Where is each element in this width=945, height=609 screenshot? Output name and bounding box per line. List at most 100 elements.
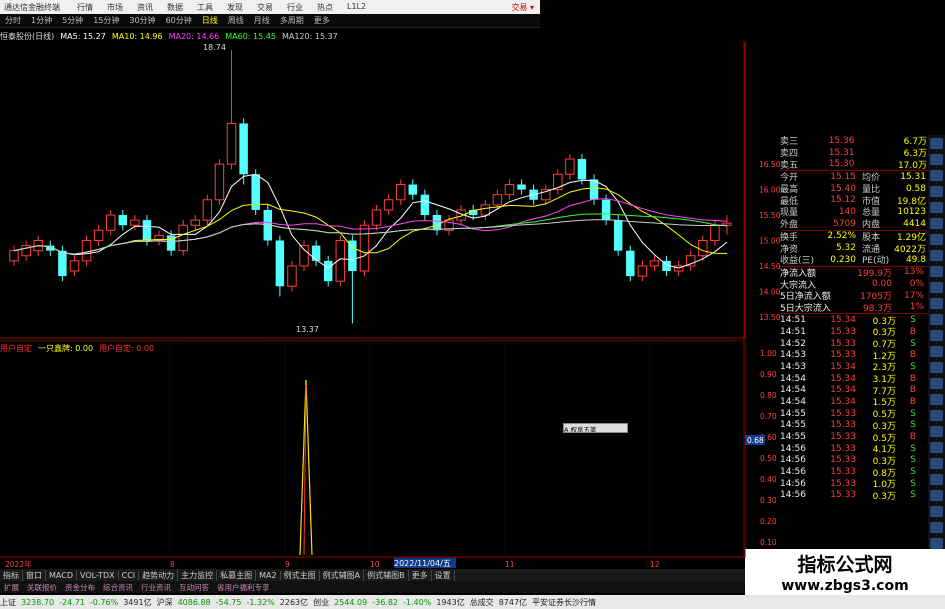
indicator-tab[interactable]: 趋势动力 xyxy=(139,569,179,581)
side-tool-icon[interactable] xyxy=(930,170,943,181)
indicator-tab[interactable]: 例式辅图A xyxy=(320,569,365,581)
side-tool-icon[interactable] xyxy=(930,426,943,437)
level-label: 卖五 xyxy=(780,160,799,171)
side-tool-icon[interactable] xyxy=(930,186,943,197)
tick-time: 14:53 xyxy=(780,350,806,361)
period-tab[interactable]: 日线 xyxy=(197,15,223,26)
side-tool-icon[interactable] xyxy=(930,490,943,501)
side-tool-icon[interactable] xyxy=(930,218,943,229)
info-tab[interactable]: 行业资讯 xyxy=(137,582,175,593)
candlestick-chart[interactable]: 18.7413.3716.5016.0015.5015.0014.5014.00… xyxy=(0,42,745,339)
indicator-tab[interactable]: 例式主图 xyxy=(281,569,320,581)
flow-label: 5日大宗流入 xyxy=(780,303,831,314)
info-tab[interactable]: 扩展 xyxy=(0,582,23,593)
candle-body xyxy=(371,209,382,226)
info-tab[interactable]: 省用户福利专享 xyxy=(213,582,274,593)
tick-time: 14:55 xyxy=(780,432,806,443)
indicator-tab[interactable]: 窗口 xyxy=(23,569,46,581)
side-tool-icon[interactable] xyxy=(930,410,943,421)
side-tool-icon[interactable] xyxy=(930,506,943,517)
flow-row: 大宗流入 0.00 0% xyxy=(780,278,927,291)
period-tab[interactable]: 月线 xyxy=(249,15,275,26)
status-item: 2263亿 xyxy=(279,597,309,607)
info-tab[interactable]: 关联报价 xyxy=(23,582,61,593)
ma-legend-item: MA60: 15.45 xyxy=(225,31,276,41)
side-tool-icon[interactable] xyxy=(930,250,943,261)
menu-item[interactable]: 发现 xyxy=(220,2,250,13)
side-tool-icon[interactable] xyxy=(930,138,943,149)
indicator-chart[interactable] xyxy=(0,340,745,558)
menu-item[interactable]: L1L2 xyxy=(340,2,373,13)
candle-body xyxy=(275,240,285,287)
indicator-tab[interactable]: 设置 xyxy=(432,569,455,581)
side-tool-icon[interactable] xyxy=(930,458,943,469)
candle-body xyxy=(287,265,297,287)
side-tool-icon[interactable] xyxy=(930,394,943,405)
info-tab[interactable]: 资金分布 xyxy=(61,582,99,593)
tick-time: 14:56 xyxy=(780,467,806,478)
menu-item[interactable]: 热点 xyxy=(310,2,340,13)
side-tool-icon[interactable] xyxy=(930,202,943,213)
side-tool-icon[interactable] xyxy=(930,362,943,373)
indicator-tab[interactable]: 主力监控 xyxy=(178,569,218,581)
menu-item[interactable]: 市场 xyxy=(100,2,130,13)
indicator-legend: 用户自定 一只鑫牌: 0.00 用户自定: 0.00 xyxy=(0,343,160,354)
period-tab[interactable]: 分时 xyxy=(0,15,26,26)
indicator-tab[interactable]: 指标 xyxy=(0,569,23,581)
side-tool-icon[interactable] xyxy=(930,442,943,453)
tick-side: S xyxy=(910,338,916,349)
tick-row: 14:55 15.33 0.5万 B xyxy=(780,431,927,444)
tick-price: 15.33 xyxy=(830,408,856,419)
side-tool-icon[interactable] xyxy=(930,314,943,325)
period-tab[interactable]: 30分钟 xyxy=(124,15,160,26)
candle-body xyxy=(81,239,92,262)
period-tab[interactable]: 多周期 xyxy=(275,15,309,26)
period-tab[interactable]: 1分钟 xyxy=(26,15,57,26)
menu-item[interactable]: 资讯 xyxy=(130,2,160,13)
side-tool-icon[interactable] xyxy=(930,266,943,277)
stat-value: 49.8 xyxy=(905,254,926,265)
menu-item[interactable]: 行业 xyxy=(280,2,310,13)
flow-row: 5日净流入额 1705万 17% xyxy=(780,290,927,303)
tick-side: S xyxy=(910,315,916,326)
side-tool-icon[interactable] xyxy=(930,298,943,309)
side-tool-icon[interactable] xyxy=(930,378,943,389)
candle-body xyxy=(698,239,708,257)
level-price: 15.31 xyxy=(828,147,855,158)
candle-body xyxy=(395,184,406,201)
indicator-tab[interactable]: MA2 xyxy=(256,570,281,580)
popup-tooltip[interactable]: A 权息五笔 xyxy=(563,423,628,433)
side-tool-icon[interactable] xyxy=(930,538,943,549)
candle-body xyxy=(601,199,611,221)
period-tab[interactable]: 60分钟 xyxy=(161,15,197,26)
side-tool-icon[interactable] xyxy=(930,522,943,533)
side-tool-icon[interactable] xyxy=(930,282,943,293)
menu-item[interactable]: 交易 xyxy=(250,2,280,13)
menu-item[interactable]: 数据 xyxy=(160,2,190,13)
period-tab[interactable]: 5分钟 xyxy=(57,15,88,26)
info-tab[interactable]: 互动问答 xyxy=(175,582,213,593)
indicator-tab[interactable]: CCI xyxy=(119,570,140,580)
side-tool-icon[interactable] xyxy=(930,330,943,341)
side-tool-icon[interactable] xyxy=(930,474,943,485)
indicator-legend-item: 用户自定: 0.00 xyxy=(99,344,155,353)
indicator-tab[interactable]: MACD xyxy=(46,570,77,580)
menu-item[interactable]: 行情 xyxy=(70,2,100,13)
flow-value: 199.9万 xyxy=(857,268,892,279)
side-tool-icon[interactable] xyxy=(930,346,943,357)
indicator-tick: 0.80 xyxy=(760,391,777,400)
indicator-tab[interactable]: VOL-TDX xyxy=(77,570,119,580)
period-tab[interactable]: 15分钟 xyxy=(88,15,124,26)
side-tool-icon[interactable] xyxy=(930,154,943,165)
menu-item[interactable]: 工具 xyxy=(190,2,220,13)
indicator-tab[interactable]: 更多 xyxy=(409,569,432,581)
info-tab[interactable]: 综合资讯 xyxy=(99,582,137,593)
indicator-tick: 0.30 xyxy=(760,496,777,505)
trade-menu[interactable]: 交易 ▾ xyxy=(511,2,540,13)
indicator-tab[interactable]: 例式辅图B xyxy=(364,569,409,581)
indicator-tab[interactable]: 私募主图 xyxy=(217,569,257,581)
period-tab[interactable]: 更多 xyxy=(309,15,335,26)
side-tool-icon[interactable] xyxy=(930,234,943,245)
tick-side: S xyxy=(910,490,916,501)
period-tab[interactable]: 周线 xyxy=(223,15,249,26)
